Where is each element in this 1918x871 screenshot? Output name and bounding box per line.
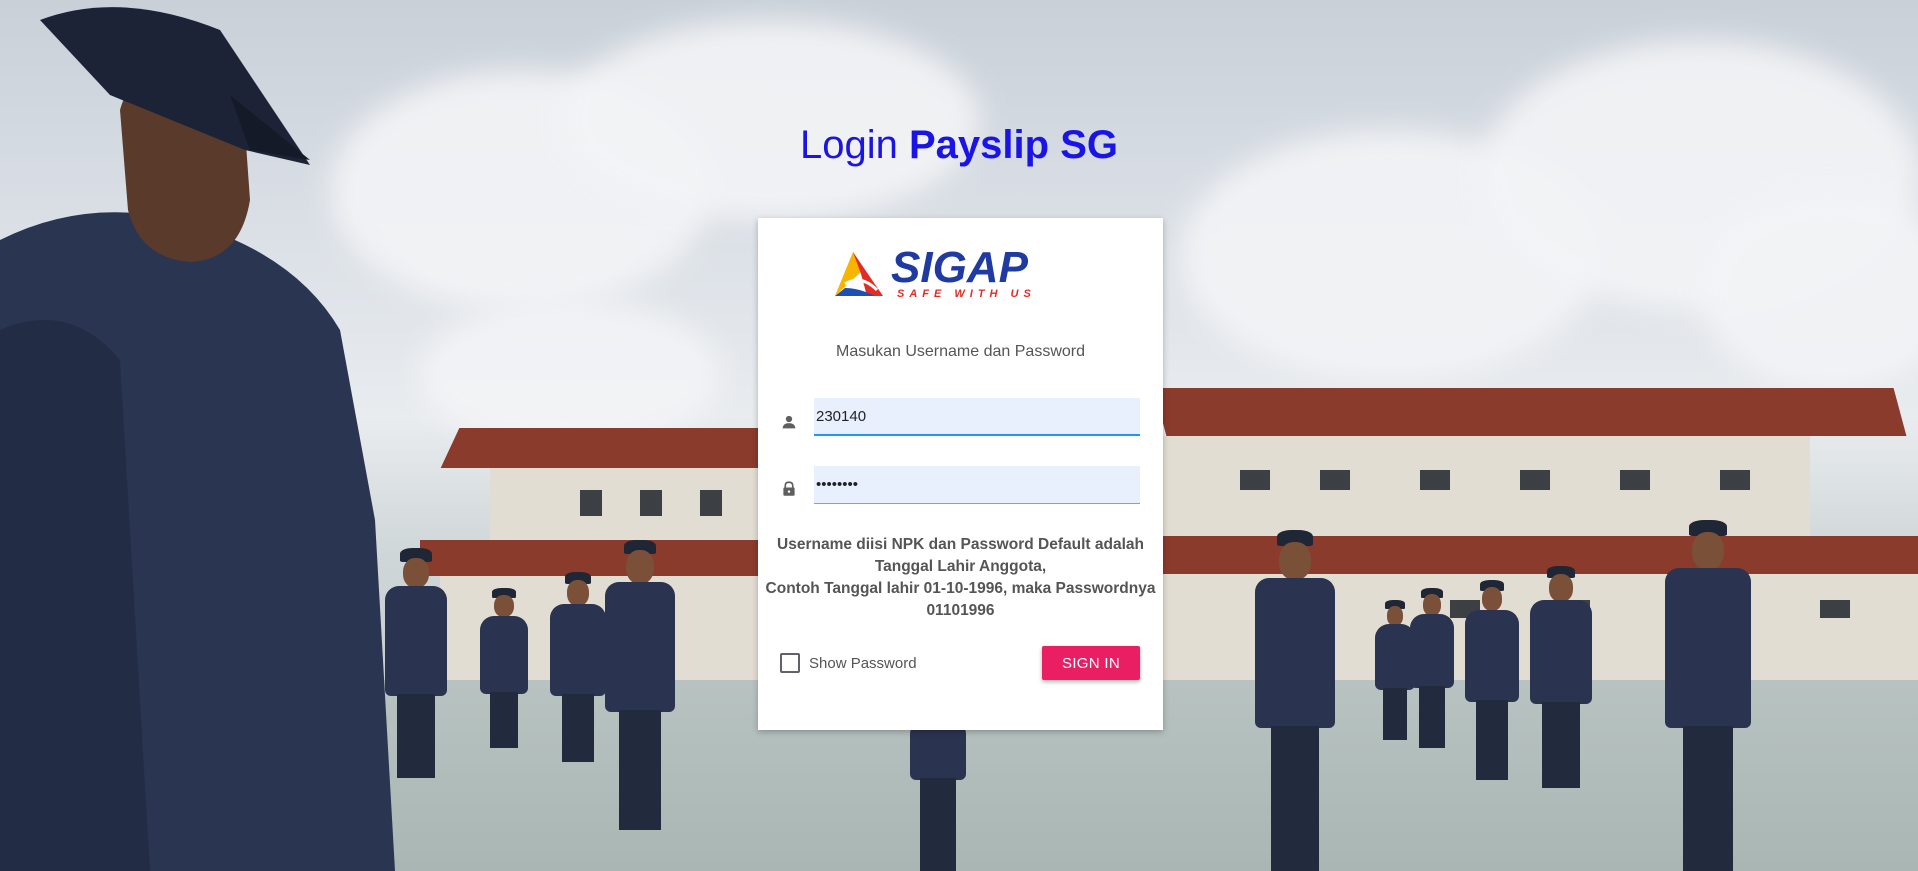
- logo-name: SIGAP: [891, 244, 1029, 292]
- username-input[interactable]: [814, 398, 1140, 436]
- sigap-logo: SIGAP SAFE WITH US: [835, 244, 1036, 300]
- login-card: SIGAP SAFE WITH US Masukan Username dan …: [758, 218, 1163, 730]
- logo-tagline: SAFE WITH US: [897, 288, 1036, 300]
- password-input[interactable]: [814, 466, 1140, 504]
- login-instruction: Masukan Username dan Password: [835, 343, 1085, 360]
- notice-line-2: Contoh Tanggal lahir 01-10-1996, maka Pa…: [765, 580, 1156, 619]
- show-password-label[interactable]: Show Password: [809, 655, 917, 672]
- title-prefix: Login: [800, 123, 909, 167]
- sign-in-button[interactable]: SIGN IN: [1042, 646, 1140, 680]
- credentials-notice: Username diisi NPK dan Password Default …: [764, 534, 1157, 622]
- notice-line-1: Username diisi NPK dan Password Default …: [777, 536, 1144, 575]
- person-icon: [782, 415, 796, 429]
- show-password-checkbox[interactable]: [780, 653, 800, 673]
- lock-icon: [783, 481, 795, 496]
- title-app-name: Payslip SG: [909, 123, 1118, 167]
- page-title: Login Payslip SG: [0, 120, 1918, 170]
